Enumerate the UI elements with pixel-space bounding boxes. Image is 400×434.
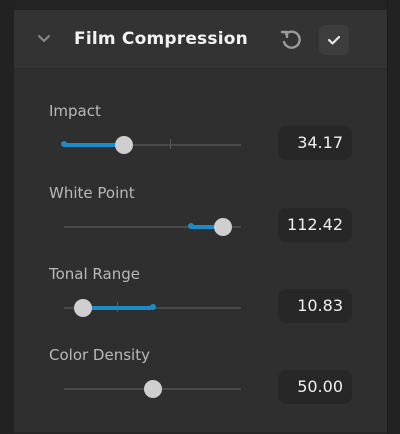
slider-anchor-dot [61, 141, 67, 147]
chevron-down-icon[interactable] [36, 30, 52, 46]
slider-tick [170, 139, 172, 149]
param-tonal-range: Tonal Range 10.83 [14, 265, 387, 345]
reset-icon[interactable] [278, 27, 304, 53]
param-impact: Impact 34.17 [14, 102, 387, 182]
impact-value-field[interactable]: 34.17 [278, 126, 352, 160]
slider-fill [83, 306, 153, 310]
white-point-slider[interactable] [64, 218, 241, 236]
scrollbar[interactable] [387, 0, 400, 434]
film-compression-panel: Film Compression Impact 34.17 White Poin… [14, 10, 387, 432]
tonal-range-value-field[interactable]: 10.83 [278, 289, 352, 323]
slider-thumb[interactable] [143, 380, 162, 398]
color-density-slider[interactable] [64, 380, 241, 398]
param-label: White Point [49, 184, 135, 202]
left-gutter [0, 0, 14, 434]
color-density-value-field[interactable]: 50.00 [278, 370, 352, 404]
panel-header[interactable]: Film Compression [14, 10, 387, 69]
checkmark-icon [327, 35, 341, 45]
white-point-value-field[interactable]: 112.42 [278, 208, 352, 242]
enable-toggle-button[interactable] [319, 25, 349, 55]
top-strip [0, 0, 400, 10]
param-white-point: White Point 112.42 [14, 184, 387, 264]
impact-slider[interactable] [61, 136, 241, 154]
param-label: Impact [49, 102, 101, 120]
slider-thumb[interactable] [214, 218, 233, 236]
panel-title: Film Compression [74, 29, 248, 49]
slider-thumb[interactable] [115, 136, 134, 154]
param-label: Tonal Range [49, 265, 140, 283]
param-label: Color Density [49, 346, 150, 364]
slider-thumb[interactable] [74, 299, 93, 317]
slider-anchor-dot [149, 304, 156, 310]
tonal-range-slider[interactable] [64, 299, 241, 317]
param-color-density: Color Density 50.00 [14, 346, 387, 426]
